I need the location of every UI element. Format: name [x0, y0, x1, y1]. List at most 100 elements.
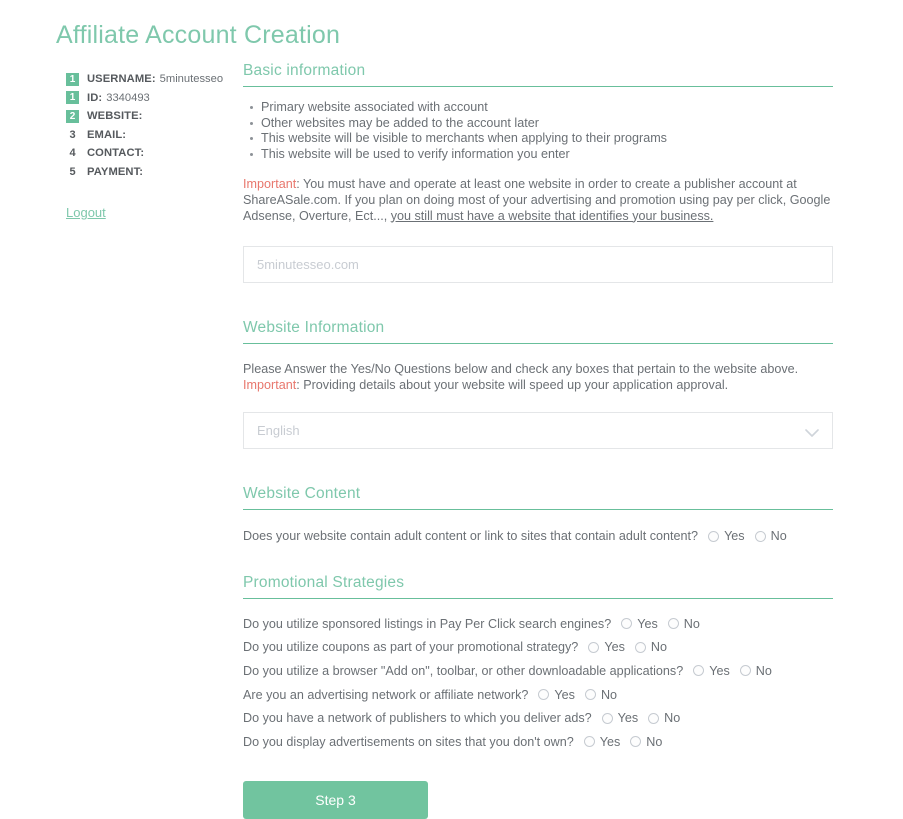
website-url-input[interactable] [243, 246, 833, 284]
radio-button-icon[interactable] [693, 665, 705, 677]
radio-option-yes[interactable]: Yes [621, 617, 658, 631]
radio-option-no[interactable]: No [634, 640, 667, 655]
affiliate-account-creation-page: Affiliate Account Creation 1 USERNAME: 5mi… [0, 0, 903, 819]
question-row: Do you display advertisements on sites t… [243, 730, 833, 754]
radio-option-yes[interactable]: Yes [583, 734, 621, 749]
radio-button-icon[interactable] [588, 641, 600, 653]
signup-steps-sidebar: 1 USERNAME: 5minutesseo 1 ID: 3340493 2 WEBSITE… [66, 70, 231, 181]
radio-button-icon[interactable] [630, 736, 642, 748]
radio-button-icon[interactable] [648, 712, 660, 724]
question-row: Do you have a network of publishers to w… [243, 706, 833, 730]
language-select[interactable]: English [243, 412, 833, 450]
question-text: Do you utilize coupons as part of your p… [243, 640, 579, 655]
sidebar-step-id[interactable]: 1 ID: 3340493 [66, 89, 231, 108]
radio-label: No [770, 529, 787, 544]
step-value: 3340493 [106, 91, 150, 104]
question-text: Do you utilize sponsored listings in Pay… [243, 616, 612, 631]
sidebar-step-contact[interactable]: 4 CONTACT: [66, 144, 231, 163]
radio-label: No [755, 663, 772, 678]
radio-option-no[interactable]: No [739, 663, 772, 678]
step-badge: 2 [66, 109, 79, 123]
website-information-intro-text: Please Answer the Yes/No Questions below… [243, 362, 799, 377]
radio-option-no[interactable]: No [754, 529, 787, 544]
important-text-website: : Providing details about your website w… [296, 377, 729, 392]
step-label: PAYMENT: [87, 165, 144, 178]
question-row: Do you utilize sponsored listings in Pay… [243, 612, 833, 636]
radio-button-icon[interactable] [667, 618, 679, 630]
sidebar-step-website[interactable]: 2 WEBSITE: [66, 107, 231, 126]
step-number: 3 [69, 128, 76, 141]
page-title: Affiliate Account Creation [56, 21, 341, 49]
important-label-website: Important [243, 377, 297, 392]
radio-button-icon[interactable] [538, 689, 550, 701]
logout-link[interactable]: Logout [66, 205, 106, 220]
radio-label: Yes [554, 687, 575, 702]
radio-button-icon[interactable] [621, 618, 633, 630]
important-label-basic: Important [243, 177, 297, 192]
radio-label: Yes [604, 640, 625, 655]
basic-information-bullet-list: Primary website associated with account O… [243, 100, 833, 162]
radio-option-yes[interactable]: Yes [693, 664, 730, 678]
radio-group: Yes No [693, 664, 782, 678]
radio-label: No [650, 640, 667, 655]
section-heading-website-content: Website Content [243, 485, 833, 511]
radio-option-yes[interactable]: Yes [538, 688, 575, 702]
radio-label: No [664, 711, 681, 726]
radio-group: Yes No [538, 688, 627, 702]
step-label: USERNAME: [87, 73, 156, 86]
radio-option-yes[interactable]: Yes [601, 711, 639, 726]
question-text: Do you utilize a browser "Add on", toolb… [243, 663, 684, 678]
radio-label: Yes [637, 616, 658, 631]
radio-option-no[interactable]: No [667, 616, 700, 631]
radio-group: Yes No [621, 617, 710, 631]
radio-option-no[interactable]: No [630, 735, 662, 749]
website-information-important: Important: Providing details about your … [243, 378, 833, 394]
question-row: Does your website contain adult content … [243, 524, 833, 548]
radio-label: Yes [617, 711, 639, 726]
radio-button-icon[interactable] [584, 689, 596, 701]
sidebar-step-payment[interactable]: 5 PAYMENT: [66, 163, 231, 182]
question-row: Do you utilize a browser "Add on", toolb… [243, 659, 833, 683]
section-heading-website-information: Website Information [243, 319, 833, 345]
question-text: Do you have a network of publishers to w… [243, 711, 592, 726]
step-badge: 1 [66, 91, 79, 105]
radio-label: No [646, 734, 663, 749]
website-information-intro: Please Answer the Yes/No Questions below… [243, 362, 833, 378]
language-select-value: English [257, 423, 300, 439]
list-item: This website will be used to verify info… [250, 147, 833, 163]
website-content-questions: Does your website contain adult content … [243, 524, 833, 548]
radio-button-icon[interactable] [634, 641, 646, 653]
radio-label: No [683, 616, 700, 631]
basic-information-notice: Important: You must have and operate at … [243, 177, 833, 224]
list-item: This website will be visible to merchant… [250, 131, 833, 147]
radio-label: Yes [724, 529, 745, 544]
radio-label: Yes [709, 663, 730, 678]
radio-label: No [600, 687, 618, 702]
radio-label: Yes [599, 734, 621, 749]
language-select-wrapper[interactable]: English [243, 412, 833, 450]
radio-button-icon[interactable] [583, 736, 595, 748]
section-heading-promotional-strategies: Promotional Strategies [243, 574, 833, 599]
question-text: Do you display advertisements on sites t… [243, 734, 574, 749]
step-number: 5 [69, 165, 76, 178]
submit-step3-button[interactable]: Step 3 [243, 780, 428, 819]
radio-button-icon[interactable] [754, 530, 766, 542]
radio-group: Yes No [588, 640, 677, 654]
sidebar-step-email[interactable]: 3 EMAIL: [66, 126, 231, 145]
sidebar-step-username[interactable]: 1 USERNAME: 5minutesseo [66, 70, 231, 89]
radio-group: Yes No [583, 734, 673, 749]
radio-group: Yes No [708, 529, 797, 543]
radio-option-no[interactable]: No [584, 687, 618, 702]
step-label: EMAIL: [87, 128, 127, 141]
radio-button-icon[interactable] [739, 665, 751, 677]
step-badge: 1 [66, 72, 79, 86]
radio-button-icon[interactable] [708, 530, 720, 542]
radio-option-yes[interactable]: Yes [588, 640, 625, 654]
radio-group: Yes No [601, 711, 691, 726]
radio-option-no[interactable]: No [648, 711, 680, 725]
radio-button-icon[interactable] [601, 712, 613, 724]
step-number: 4 [69, 147, 76, 160]
question-row: Are you an advertising network or affili… [243, 683, 833, 707]
radio-option-yes[interactable]: Yes [708, 529, 745, 543]
main-content: Basic information Primary website associ… [243, 62, 833, 819]
